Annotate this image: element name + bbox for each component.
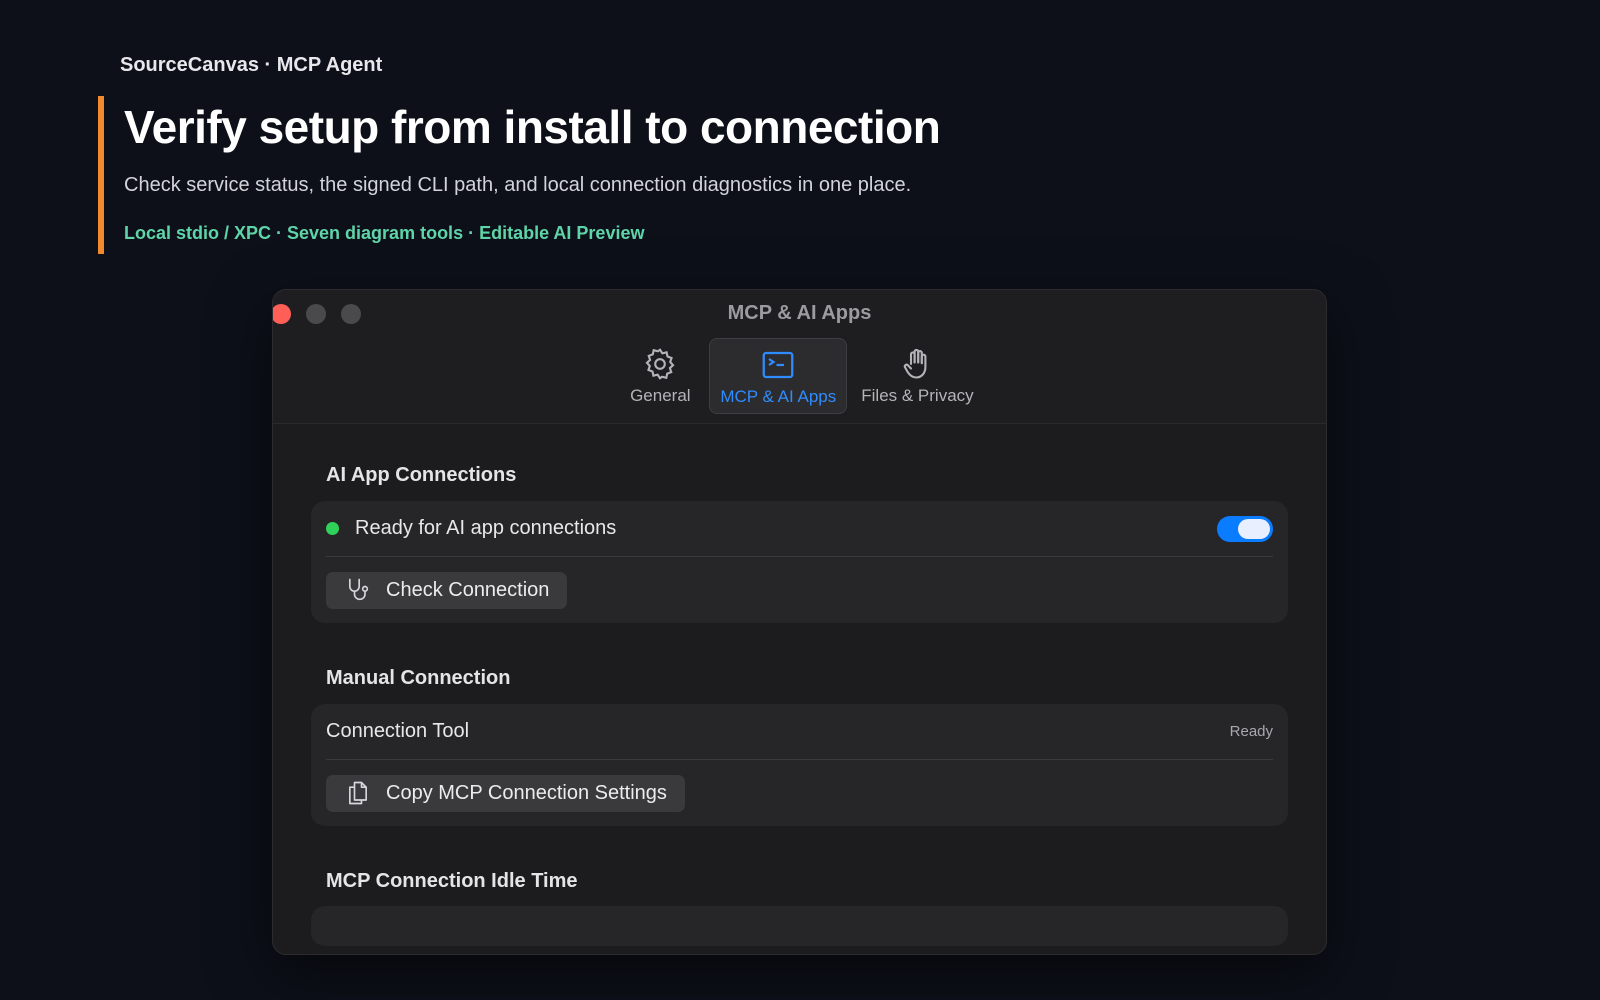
- status-indicator: [326, 522, 339, 535]
- connection-status-label: Ready for AI app connections: [355, 517, 617, 539]
- copy-mcp-settings-button[interactable]: Copy MCP Connection Settings: [326, 774, 685, 812]
- page-title: Verify setup from install to connection: [124, 101, 941, 153]
- check-connection-button[interactable]: Check Connection: [326, 571, 568, 609]
- feature-tags: Local stdio / XPC · Seven diagram tools …: [124, 223, 645, 243]
- eyebrow-label: SourceCanvas · MCP Agent: [120, 54, 383, 76]
- connection-tool-row: Connection Tool Ready: [326, 704, 1273, 760]
- window-title: MCP & AI Apps: [727, 302, 872, 324]
- tab-mcp-ai-apps[interactable]: MCP & AI Apps: [709, 338, 848, 414]
- copy-mcp-settings-label: Copy MCP Connection Settings: [386, 781, 667, 804]
- idle-time-card: [311, 906, 1288, 946]
- tab-files-privacy[interactable]: Files & Privacy: [851, 338, 983, 414]
- settings-content: AI App Connections Ready for AI app conn…: [273, 424, 1326, 946]
- tab-files-privacy-label: Files & Privacy: [861, 386, 974, 405]
- toggle-knob: [1238, 518, 1270, 539]
- window-titlebar: MCP & AI Apps General MCP & AI Apps File…: [273, 290, 1326, 424]
- ai-connections-card: Ready for AI app connections Check Conne…: [311, 501, 1288, 623]
- manual-connection-card: Connection Tool Ready Copy MCP Connectio…: [311, 704, 1288, 826]
- connection-tool-status: Ready: [1229, 723, 1273, 740]
- section-title-idle-time: MCP Connection Idle Time: [326, 870, 578, 892]
- section-title-manual-connection: Manual Connection: [326, 667, 511, 689]
- connection-tool-label: Connection Tool: [326, 720, 470, 742]
- page-subtitle: Check service status, the signed CLI pat…: [124, 174, 912, 196]
- terminal-icon: [762, 351, 794, 379]
- gear-icon: [645, 348, 675, 380]
- tab-general[interactable]: General: [615, 338, 705, 414]
- hero-block: Verify setup from install to connection …: [98, 96, 941, 254]
- settings-tabs: General MCP & AI Apps Files & Privacy: [273, 338, 1326, 414]
- tab-general-label: General: [630, 386, 691, 405]
- stethoscope-icon: [349, 578, 369, 601]
- ai-connections-toggle[interactable]: [1217, 515, 1273, 542]
- hand-icon: [904, 348, 927, 379]
- copy-settings-row: Copy MCP Connection Settings: [326, 760, 1273, 826]
- settings-window: MCP & AI Apps General MCP & AI Apps File…: [272, 289, 1327, 955]
- check-connection-row: Check Connection: [326, 557, 1273, 623]
- copy-document-icon: [349, 781, 367, 805]
- section-title-ai-connections: AI App Connections: [326, 464, 517, 486]
- check-connection-label: Check Connection: [386, 578, 550, 601]
- connection-status-row: Ready for AI app connections: [326, 501, 1273, 557]
- tab-mcp-ai-apps-label: MCP & AI Apps: [720, 387, 837, 406]
